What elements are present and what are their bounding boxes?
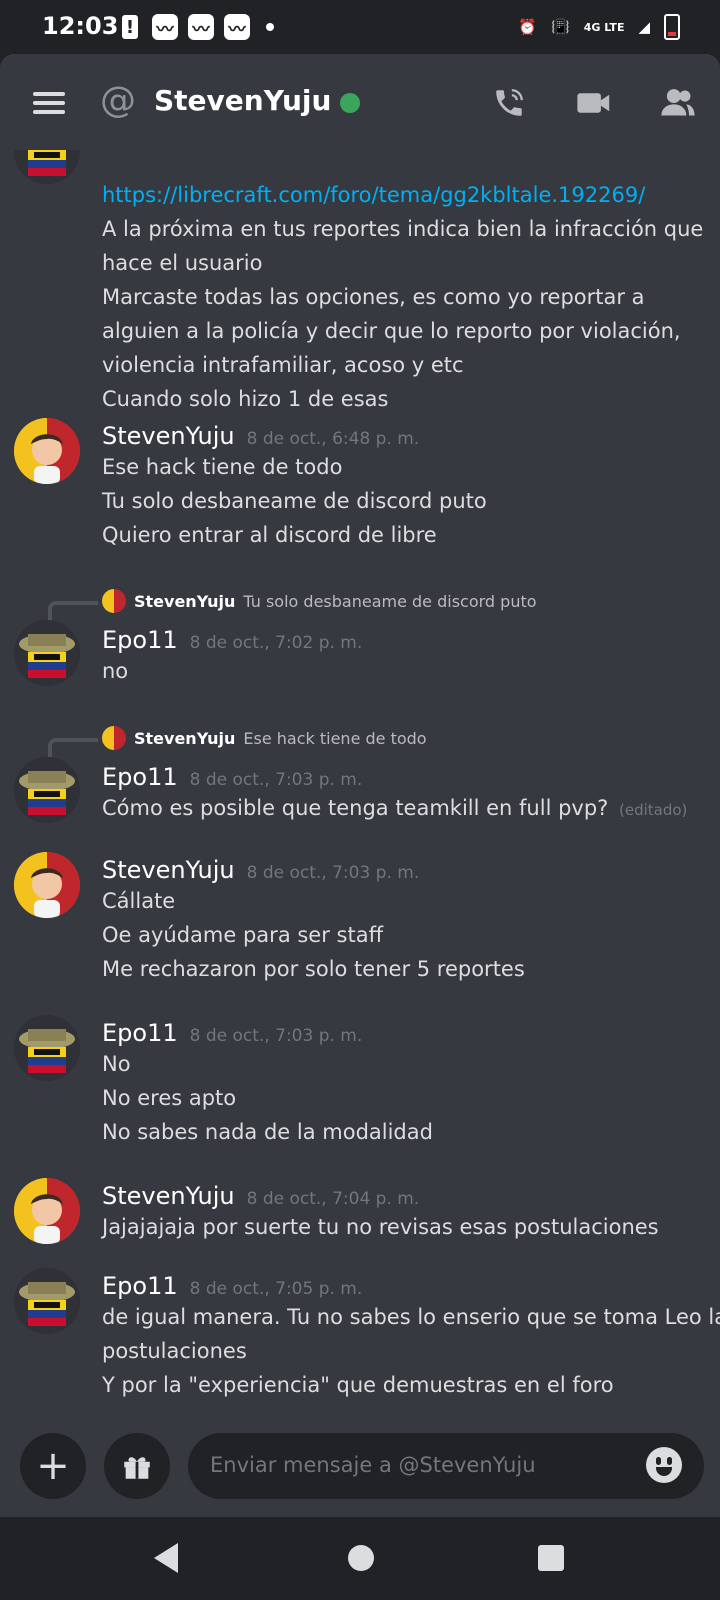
avatar[interactable]: [14, 757, 80, 823]
message-line: No eres apto: [102, 1086, 237, 1110]
at-icon: @: [100, 80, 136, 121]
alert-icon: !: [122, 15, 138, 39]
message-line: Marcaste todas las opciones, es como yo …: [102, 285, 645, 309]
message-line: Cállate: [102, 889, 176, 913]
reply-preview[interactable]: StevenYuju Tu solo desbaneame de discord…: [0, 584, 720, 627]
home-icon[interactable]: [348, 1545, 374, 1571]
reply-text: Ese hack tiene de todo: [243, 728, 427, 748]
more-notifications-dot-icon: [266, 23, 274, 31]
alarm-icon: ⏰: [518, 18, 538, 36]
video-call-icon[interactable]: [576, 86, 612, 124]
gift-icon: [124, 1457, 150, 1479]
message-group: StevenYuju 8 de oct., 7:04 p. m. Jajajaj…: [0, 1178, 720, 1244]
add-attachment-button[interactable]: +: [20, 1433, 86, 1499]
message-line: No sabes nada de la modalidad: [102, 1120, 433, 1144]
signal-icon: ◢: [638, 18, 650, 36]
message-line: hace el usuario: [102, 251, 263, 275]
message-line: Jajajajaja por suerte tu no revisas esas…: [102, 1215, 659, 1239]
message-group: StevenYuju 8 de oct., 7:03 p. m. Cállate…: [0, 852, 720, 986]
message-author[interactable]: StevenYuju: [102, 1182, 235, 1210]
message-author[interactable]: StevenYuju: [102, 422, 235, 450]
message-link[interactable]: https://librecraft.com/foro/tema/gg2kblt…: [102, 178, 720, 212]
message-line: Y por la "experiencia" que demuestras en…: [102, 1373, 614, 1397]
status-time: 12:03: [42, 12, 119, 40]
notification-icon: 〰: [152, 14, 178, 40]
message-list[interactable]: https://librecraft.com/foro/tema/gg2kblt…: [0, 150, 720, 1405]
message-line: Me rechazaron por solo tener 5 reportes: [102, 957, 525, 981]
message-line: de igual manera. Tu no sabes lo enserio …: [102, 1305, 720, 1329]
message-author[interactable]: Epo11: [102, 626, 178, 654]
message-timestamp: 8 de oct., 7:03 p. m.: [189, 770, 363, 790]
avatar[interactable]: [14, 1178, 80, 1244]
avatar[interactable]: [14, 1015, 80, 1081]
reply-preview[interactable]: StevenYuju Ese hack tiene de todo: [0, 721, 720, 764]
vibrate-icon: 📳: [551, 18, 570, 36]
notification-icon: 〰: [224, 14, 250, 40]
message-group: StevenYuju Tu solo desbaneame de discord…: [0, 584, 720, 688]
status-left-icons: ! 〰 〰 〰: [122, 14, 274, 40]
message-group: Epo11 8 de oct., 7:03 p. m. No No eres a…: [0, 1015, 720, 1149]
message-author[interactable]: Epo11: [102, 1272, 178, 1300]
network-icon: 4G LTE: [583, 20, 625, 34]
message-line: postulaciones: [102, 1339, 247, 1363]
page-title: StevenYuju: [154, 84, 332, 117]
message-line: Cómo es posible que tenga teamkill en fu…: [102, 796, 609, 820]
emoji-icon[interactable]: [646, 1447, 682, 1483]
reply-text: Tu solo desbaneame de discord puto: [243, 591, 537, 611]
avatar[interactable]: [14, 418, 80, 484]
avatar[interactable]: [14, 852, 80, 918]
notification-icon: 〰: [188, 14, 214, 40]
battery-icon: [664, 14, 680, 40]
message-line: No: [102, 1052, 131, 1076]
message-input-placeholder: Enviar mensaje a @StevenYuju: [210, 1453, 536, 1477]
reply-author: StevenYuju: [134, 728, 236, 748]
edited-label: (editado): [619, 801, 688, 819]
message-timestamp: 8 de oct., 7:03 p. m.: [189, 1026, 363, 1046]
avatar[interactable]: [14, 150, 80, 184]
avatar[interactable]: [14, 1268, 80, 1334]
message-line: alguien a la policía y decir que lo repo…: [102, 319, 681, 343]
message-input[interactable]: Enviar mensaje a @StevenYuju: [188, 1433, 704, 1499]
channel-header: @ StevenYuju: [0, 54, 720, 150]
online-status-icon: [340, 93, 360, 113]
message-author[interactable]: Epo11: [102, 1019, 178, 1047]
call-icon[interactable]: [492, 86, 526, 124]
message-timestamp: 8 de oct., 6:48 p. m.: [246, 429, 420, 449]
reply-author: StevenYuju: [134, 591, 236, 611]
message-timestamp: 8 de oct., 7:04 p. m.: [246, 1189, 420, 1209]
message-author[interactable]: StevenYuju: [102, 856, 235, 884]
message-line: Quiero entrar al discord de libre: [102, 523, 437, 547]
message-line: Tu solo desbaneame de discord puto: [102, 489, 487, 513]
members-icon[interactable]: [660, 86, 696, 124]
message-group: Epo11 8 de oct., 7:05 p. m. de igual man…: [0, 1268, 720, 1402]
message-line: Oe ayúdame para ser staff: [102, 923, 384, 947]
message-author[interactable]: Epo11: [102, 763, 178, 791]
message-timestamp: 8 de oct., 7:03 p. m.: [246, 863, 420, 883]
message-line: violencia intrafamiliar, acoso y etc: [102, 353, 464, 377]
message-line: Ese hack tiene de todo: [102, 455, 343, 479]
message-group: StevenYuju Ese hack tiene de todo Epo11 …: [0, 721, 720, 827]
menu-icon[interactable]: [33, 92, 65, 114]
message-group: https://librecraft.com/foro/tema/gg2kblt…: [0, 150, 720, 416]
message-composer: + Enviar mensaje a @StevenYuju: [0, 1405, 720, 1517]
avatar[interactable]: [14, 620, 80, 686]
message-timestamp: 8 de oct., 7:02 p. m.: [189, 633, 363, 653]
message-line: Cuando solo hizo 1 de esas: [102, 387, 389, 411]
message-line: A la próxima en tus reportes indica bien…: [102, 217, 704, 241]
back-icon[interactable]: [154, 1543, 178, 1573]
reply-avatar: [102, 726, 126, 750]
reply-avatar: [102, 589, 126, 613]
message-group: StevenYuju 8 de oct., 6:48 p. m. Ese hac…: [0, 418, 720, 552]
gift-button[interactable]: [104, 1433, 170, 1499]
message-timestamp: 8 de oct., 7:05 p. m.: [189, 1279, 363, 1299]
status-bar: 12:03 ! 〰 〰 〰 ⏰ 📳 4G LTE ◢: [0, 0, 720, 54]
system-nav-bar: [0, 1517, 720, 1600]
message-line: no: [102, 659, 129, 683]
plus-icon: +: [36, 1443, 70, 1489]
status-right-icons: ⏰ 📳 4G LTE ◢: [518, 14, 680, 40]
recent-apps-icon[interactable]: [538, 1545, 564, 1571]
